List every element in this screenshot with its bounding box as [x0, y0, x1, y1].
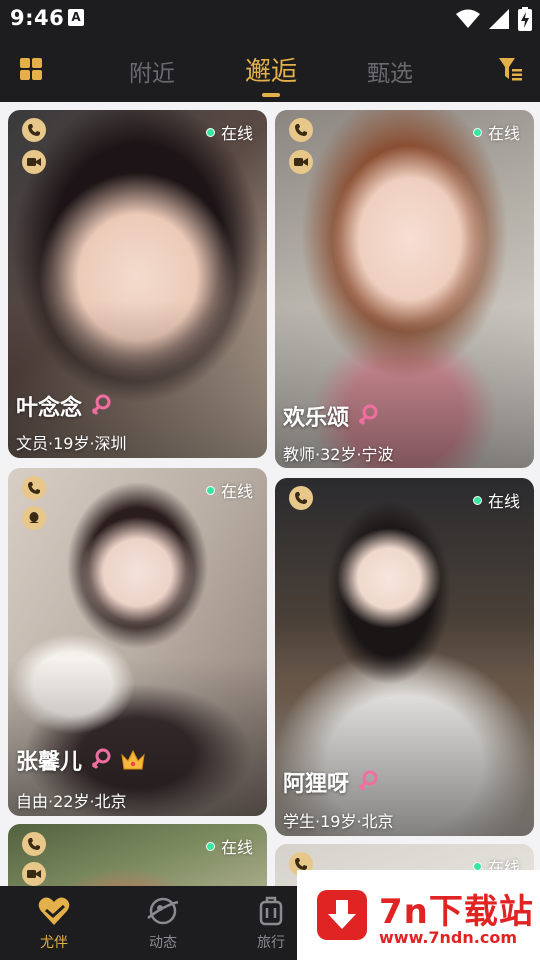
name-row: 欢乐颂 — [283, 400, 379, 432]
phone-icon — [22, 476, 46, 500]
user-card[interactable]: 在线 欢乐颂 教师·32岁·宁波 — [275, 110, 534, 468]
status-bar: 9:46 A — [0, 0, 540, 38]
female-icon — [91, 394, 111, 415]
tab-encounter[interactable]: 邂逅 — [245, 51, 297, 88]
user-card[interactable]: 在线 — [8, 824, 267, 886]
user-name: 欢乐颂 — [283, 406, 350, 431]
user-name: 张馨儿 — [16, 750, 83, 775]
user-meta: 学生·19岁·北京 — [283, 812, 394, 831]
user-name: 阿狸呀 — [283, 772, 350, 797]
female-icon — [358, 404, 378, 425]
heart-icon — [38, 897, 70, 925]
female-icon — [358, 770, 378, 791]
user-meta: 教师·32岁·宁波 — [283, 445, 394, 464]
online-dot — [205, 841, 215, 851]
user-meta: 自由·22岁·北京 — [16, 792, 127, 811]
online-status: 在线 — [472, 488, 520, 512]
name-row: 阿狸呀 — [283, 766, 379, 798]
phone-icon — [289, 118, 313, 142]
nav-item-moments[interactable]: 动态 — [128, 894, 198, 952]
nav-label: 尤伴 — [40, 935, 68, 951]
online-label: 在线 — [487, 492, 520, 511]
nav-label: 动态 — [149, 935, 177, 951]
phone-icon — [22, 832, 46, 856]
signal-icon — [489, 9, 509, 29]
notification-icon: A — [68, 9, 84, 26]
qq-icon — [22, 506, 46, 530]
status-time: 9:46 — [10, 6, 65, 30]
tab-featured[interactable]: 甄选 — [367, 54, 413, 88]
luggage-icon — [259, 896, 283, 926]
grid-menu-icon[interactable] — [20, 58, 42, 80]
online-status: 在线 — [205, 120, 253, 144]
user-card[interactable]: 在线 阿狸呀 学生·19岁·北京 — [275, 478, 534, 836]
phone-icon — [289, 486, 313, 510]
online-dot — [205, 485, 215, 495]
vip-crown-icon — [121, 749, 145, 770]
female-icon — [91, 748, 111, 769]
online-status: 在线 — [205, 834, 253, 858]
name-row: 张馨儿 — [16, 744, 146, 776]
online-dot — [472, 127, 482, 137]
online-label: 在线 — [220, 838, 253, 857]
user-name: 叶念念 — [16, 396, 83, 421]
wifi-icon — [456, 9, 480, 28]
name-row: 叶念念 — [16, 390, 112, 422]
video-icon — [22, 862, 46, 886]
user-meta: 文员·19岁·深圳 — [16, 434, 127, 453]
nav-item-travel[interactable]: 旅行 — [236, 894, 306, 952]
online-label: 在线 — [220, 124, 253, 143]
online-label: 在线 — [220, 482, 253, 501]
video-icon — [289, 150, 313, 174]
user-card[interactable]: 在线 张馨儿 自由·22岁·北京 — [8, 468, 267, 816]
phone-icon — [22, 118, 46, 142]
video-icon — [22, 150, 46, 174]
download-logo-icon — [317, 890, 367, 940]
online-dot — [472, 495, 482, 505]
watermark: 7n下载站 www.7ndn.com — [297, 870, 540, 960]
tab-nearby[interactable]: 附近 — [129, 54, 175, 88]
online-status: 在线 — [205, 478, 253, 502]
top-bar: 附近 邂逅 甄选 — [0, 38, 540, 102]
nav-item-youban[interactable]: 尤伴 — [19, 894, 89, 952]
watermark-title: 7n下载站 — [379, 892, 534, 932]
online-label: 在线 — [487, 124, 520, 143]
watermark-url: www.7ndn.com — [379, 928, 517, 947]
battery-icon — [518, 7, 532, 31]
user-feed[interactable]: 在线 叶念念 文员·19岁·深圳 在线 欢乐颂 教师·32岁·宁波 在线 张馨儿… — [0, 102, 540, 886]
nav-label: 旅行 — [257, 935, 285, 951]
filter-icon[interactable] — [498, 56, 524, 82]
online-status: 在线 — [472, 120, 520, 144]
active-tab-indicator — [262, 93, 280, 97]
planet-icon — [147, 897, 179, 925]
user-card[interactable]: 在线 叶念念 文员·19岁·深圳 — [8, 110, 267, 458]
online-dot — [205, 127, 215, 137]
